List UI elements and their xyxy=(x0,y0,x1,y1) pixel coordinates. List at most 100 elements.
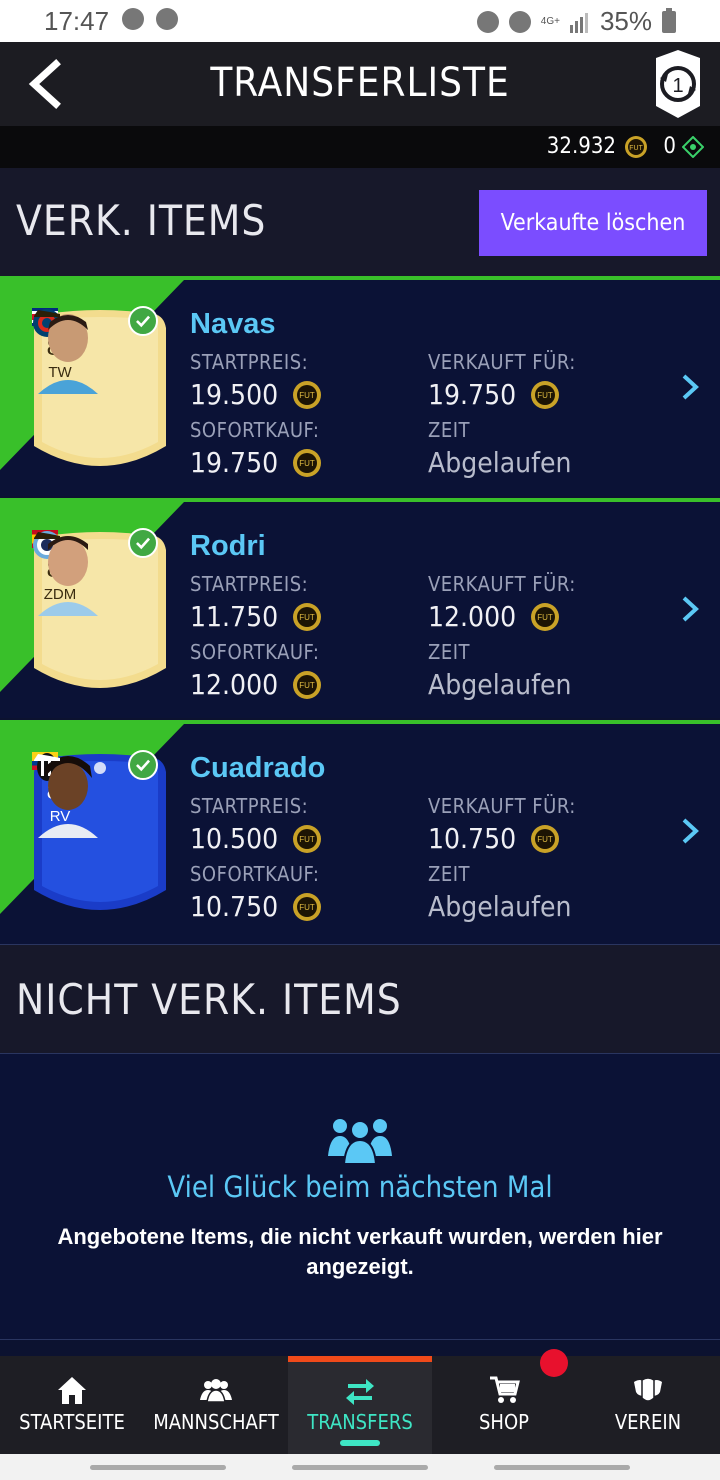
start-price-value: 11.750 FUT xyxy=(190,600,322,633)
coin-icon: FUT xyxy=(293,380,322,409)
alarm-icon xyxy=(476,10,499,33)
status-time: 17:47 xyxy=(44,6,110,36)
notification-dot xyxy=(540,1349,568,1377)
nav-label: TRANSFERS xyxy=(307,1410,413,1434)
chevron-right-icon[interactable] xyxy=(680,594,700,624)
check-icon xyxy=(128,528,158,558)
home-icon xyxy=(58,1377,86,1404)
coin-icon: FUT xyxy=(625,136,647,158)
nav-label: VEREIN xyxy=(614,1410,682,1434)
sold-for-label: VERKAUFT FÜR: xyxy=(428,350,576,374)
page-title: TRANSFERLISTE xyxy=(210,60,510,106)
nav-label: STARTSEITE xyxy=(19,1410,125,1434)
battery-icon xyxy=(662,7,676,33)
coin-icon: FUT xyxy=(293,824,322,853)
sold-items-header: VERK. ITEMS Verkaufte löschen xyxy=(0,168,720,276)
nav-transfers[interactable]: TRANSFERS xyxy=(288,1356,432,1454)
list-item[interactable]: 81 RV Cuadrado STARTPREIS: VERKAUFT FÜR:… xyxy=(0,720,720,944)
coin-icon: FUT xyxy=(293,602,322,631)
clear-sold-button[interactable]: Verkaufte löschen xyxy=(479,190,707,256)
player-card: 85 ZDM xyxy=(32,528,168,700)
nav-mannschaft[interactable]: MANNSCHAFT xyxy=(144,1356,288,1454)
time-value: Abgelaufen xyxy=(428,668,572,701)
mute-icon xyxy=(508,10,531,33)
start-price-value: 19.500 FUT xyxy=(190,378,322,411)
check-icon xyxy=(128,750,158,780)
svg-text:FUT: FUT xyxy=(537,391,553,400)
home-button[interactable] xyxy=(292,1465,428,1470)
svg-text:FUT: FUT xyxy=(299,613,315,622)
recents-button[interactable] xyxy=(90,1465,226,1470)
player-card: 81 RV xyxy=(32,750,168,922)
empty-title: Viel Glück beim nächsten Mal xyxy=(167,1170,553,1204)
svg-text:FUT: FUT xyxy=(299,835,315,844)
svg-text:FUT: FUT xyxy=(299,459,315,468)
time-label: ZEIT xyxy=(428,640,470,664)
status-bar: 17:47 4G+ 35% xyxy=(0,0,720,42)
transfers-icon xyxy=(346,1379,374,1405)
check-icon xyxy=(128,306,158,336)
sold-for-value: 19.750 FUT xyxy=(428,378,560,411)
signal-icon xyxy=(569,12,588,33)
player-photo xyxy=(38,756,98,838)
list-item[interactable]: 87 TW Navas STARTPREIS: VERKAUFT FÜR: 19… xyxy=(0,276,720,496)
active-indicator xyxy=(288,1356,432,1362)
points-balance: 0 xyxy=(663,134,676,159)
club-icon xyxy=(634,1377,662,1402)
sold-for-label: VERKAUFT FÜR: xyxy=(428,572,576,596)
svg-text:FUT: FUT xyxy=(537,835,553,844)
battery-percent: 35% xyxy=(599,6,652,36)
list-item[interactable]: 85 ZDM Rodri STARTPREIS: VERKAUFT FÜR: 1… xyxy=(0,498,720,718)
time-label: ZEIT xyxy=(428,418,470,442)
coin-balance: 32.932 xyxy=(546,134,616,159)
coin-icon: FUT xyxy=(531,380,560,409)
player-name: Rodri xyxy=(190,530,266,562)
sold-for-label: VERKAUFT FÜR: xyxy=(428,794,576,818)
points-icon xyxy=(682,136,704,158)
buy-now-label: SOFORTKAUF: xyxy=(190,418,320,442)
player-photo xyxy=(38,314,98,394)
buy-now-value: 19.750 FUT xyxy=(190,446,322,479)
sold-for-value: 12.000 FUT xyxy=(428,600,560,633)
active-pill xyxy=(340,1440,380,1446)
coin-icon: FUT xyxy=(531,602,560,631)
sold-for-value: 10.750 FUT xyxy=(428,822,560,855)
section-title-sold: VERK. ITEMS xyxy=(16,196,267,245)
unsold-items-header: NICHT VERK. ITEMS xyxy=(0,944,720,1054)
coin-icon: FUT xyxy=(293,892,322,921)
objectives-icon[interactable]: 1 xyxy=(650,48,706,120)
start-price-label: STARTPREIS: xyxy=(190,350,309,374)
squad-icon xyxy=(200,1379,232,1403)
buy-now-value: 10.750 FUT xyxy=(190,890,322,923)
buy-now-label: SOFORTKAUF: xyxy=(190,862,320,886)
nav-verein[interactable]: VEREIN xyxy=(576,1356,720,1454)
cart-icon xyxy=(490,1376,520,1403)
system-nav-bar xyxy=(0,1454,720,1480)
nav-label: MANNSCHAFT xyxy=(153,1410,279,1434)
boot-icon xyxy=(34,532,60,539)
svg-text:FUT: FUT xyxy=(299,903,315,912)
start-price-label: STARTPREIS: xyxy=(190,794,309,818)
network-type: 4G+ xyxy=(540,15,560,27)
app-header: TRANSFERLISTE 1 xyxy=(0,42,720,126)
people-icon xyxy=(328,1119,392,1164)
currency-bar: 32.932 FUT 0 xyxy=(0,126,720,168)
section-title-unsold: NICHT VERK. ITEMS xyxy=(16,975,402,1024)
svg-text:FUT: FUT xyxy=(299,681,315,690)
nav-label: SHOP xyxy=(479,1410,529,1434)
bottom-nav: STARTSEITE MANNSCHAFT TRANSFERS SHOP VER… xyxy=(0,1356,720,1454)
time-value: Abgelaufen xyxy=(428,446,572,479)
player-photo xyxy=(38,536,98,616)
svg-text:FUT: FUT xyxy=(537,613,553,622)
chevron-right-icon[interactable] xyxy=(680,372,700,402)
nav-startseite[interactable]: STARTSEITE xyxy=(0,1356,144,1454)
chevron-right-icon[interactable] xyxy=(680,816,700,846)
coin-icon: FUT xyxy=(293,448,322,477)
svg-text:FUT: FUT xyxy=(299,391,315,400)
objectives-count: 1 xyxy=(672,75,683,97)
empty-state: Viel Glück beim nächsten Mal Angebotene … xyxy=(0,1054,720,1340)
coin-icon: FUT xyxy=(531,824,560,853)
back-button[interactable] xyxy=(494,1465,630,1470)
boot-icon xyxy=(34,310,60,317)
player-card: 87 TW xyxy=(32,306,168,478)
